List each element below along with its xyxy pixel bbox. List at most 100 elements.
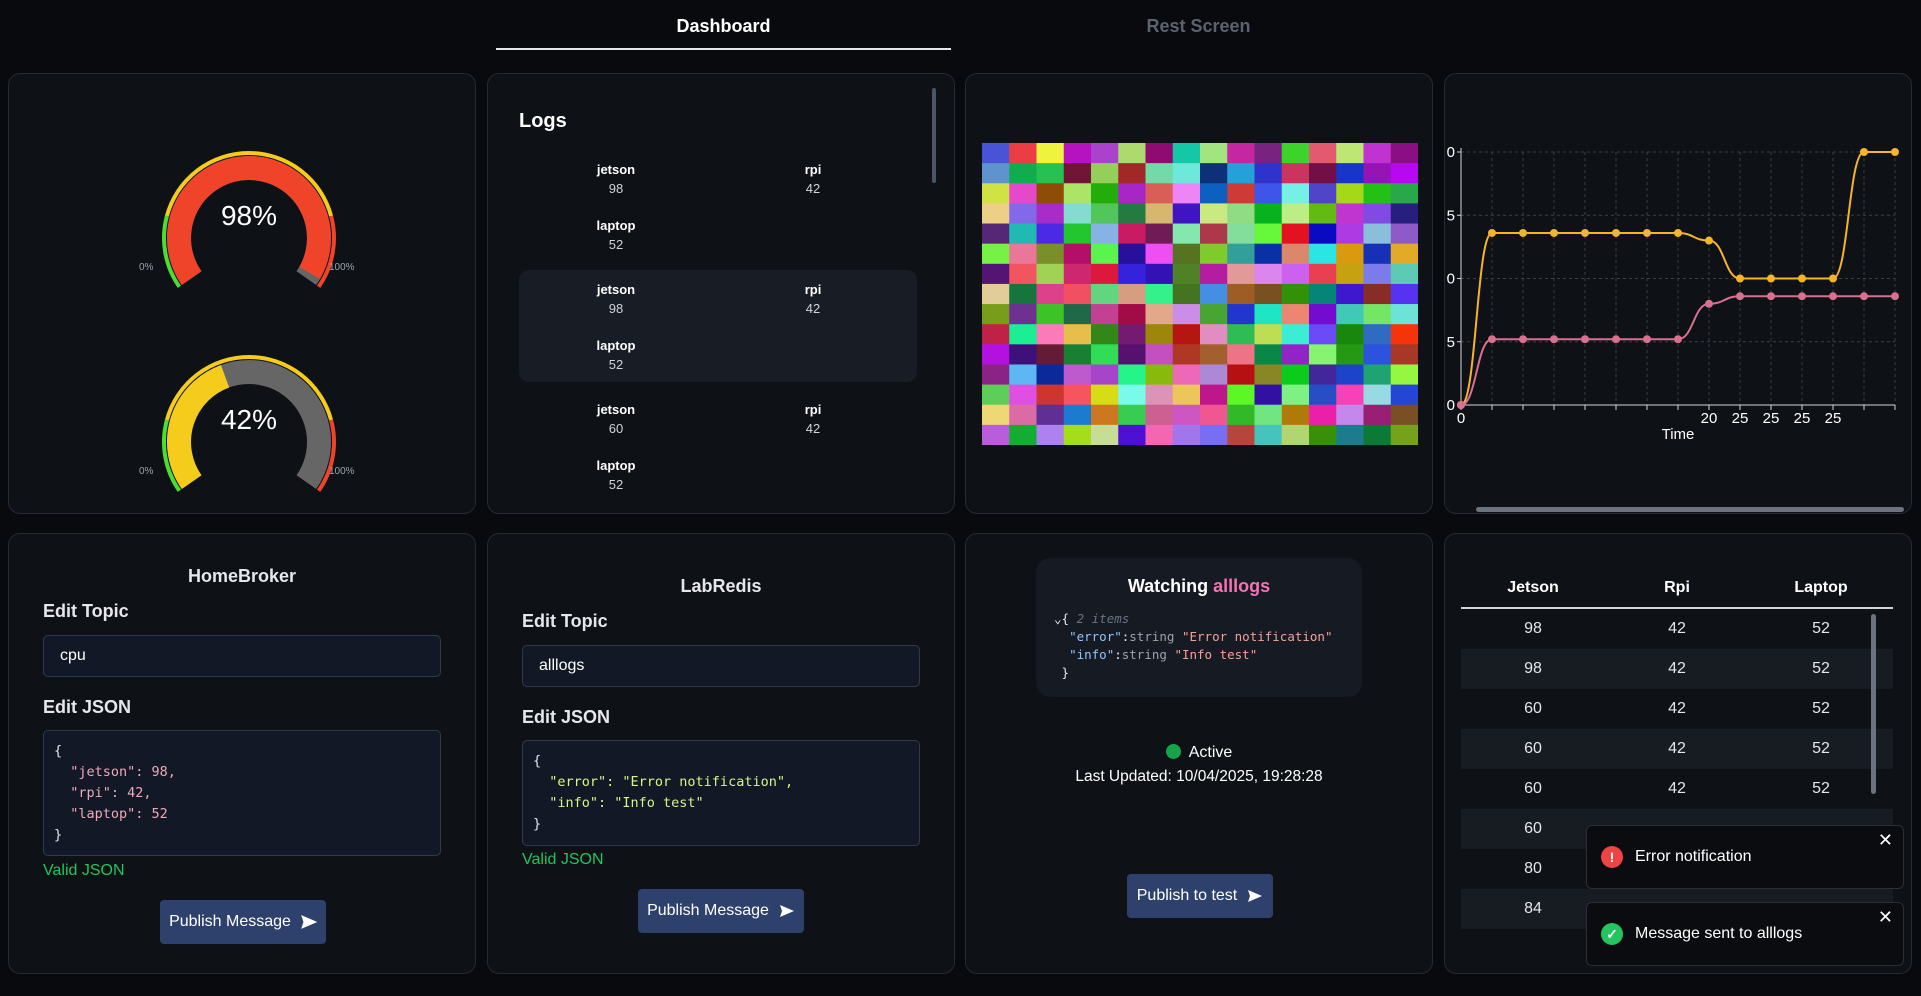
grid-cell <box>1200 223 1228 245</box>
series-point <box>1674 228 1682 237</box>
lab-redis-card: LabRedis Edit Topic Edit JSON { "error":… <box>487 533 955 974</box>
grid-cell <box>1118 163 1146 184</box>
grid-cell <box>1254 223 1283 245</box>
grid-cell <box>1118 384 1146 406</box>
tab-dashboard[interactable]: Dashboard <box>496 0 951 50</box>
gauge-min-label: 0% <box>139 262 154 273</box>
grid-cell <box>1009 263 1037 285</box>
grid-cell <box>1281 243 1310 265</box>
grid-cell <box>1363 364 1392 386</box>
x-tick-label: 25 <box>1825 410 1842 427</box>
grid-cell <box>1036 243 1065 265</box>
table-scrollbar[interactable] <box>1871 614 1876 794</box>
grid-cell <box>1172 304 1201 325</box>
logs-list[interactable]: jetson 98 rpi 42 laptop 52 jetson 98 rpi 42 l… <box>519 150 917 513</box>
chart-scrollbar[interactable] <box>1476 507 1904 512</box>
grid-cell <box>1363 203 1392 225</box>
grid-cell <box>1091 203 1119 225</box>
grid-cell <box>1200 304 1228 325</box>
grid-cell <box>1227 304 1255 325</box>
grid-cell <box>1254 283 1283 305</box>
grid-cell <box>1091 344 1119 365</box>
grid-cell <box>1036 183 1065 204</box>
publish-to-test-button[interactable]: Publish to test <box>1127 874 1273 918</box>
grid-cell <box>1281 223 1310 245</box>
edit-topic-label: Edit Topic <box>43 601 129 621</box>
grid-cell <box>1091 243 1119 265</box>
gauge-min-label: 0% <box>139 466 154 477</box>
grid-cell <box>1009 223 1037 245</box>
logs-scrollbar[interactable] <box>932 88 936 183</box>
edit-topic-label: Edit Topic <box>522 611 608 631</box>
table-cell: 60 <box>1524 700 1542 717</box>
log-laptop: laptop 52 <box>596 218 636 252</box>
grid-cell <box>1309 203 1337 225</box>
grid-cell <box>1281 163 1310 184</box>
grid-cell <box>1036 384 1065 406</box>
grid-cell <box>982 304 1010 325</box>
grid-cell <box>1363 424 1392 445</box>
grid-cell <box>1363 163 1392 184</box>
grid-cell <box>1281 364 1310 386</box>
grid-cell <box>1145 143 1174 164</box>
error-toast: ! Error notification ✕ <box>1586 825 1904 889</box>
grid-cell <box>1118 324 1146 345</box>
line-chart-card: 0 5 0 5 0 0 20 25 25 25 25 Time <box>1444 73 1912 514</box>
grid-cell <box>1336 263 1364 285</box>
grid-cell <box>1036 143 1065 164</box>
edit-json-label: Edit JSON <box>43 697 132 717</box>
grid-cell <box>1254 324 1283 345</box>
column-header[interactable]: Laptop <box>1749 574 1893 602</box>
grid-cell <box>1309 243 1337 265</box>
grid-cell <box>1145 304 1174 325</box>
y-tick-label: 0 <box>1447 397 1455 414</box>
grid-cell <box>1227 223 1255 245</box>
grid-cell <box>1063 344 1092 365</box>
grid-cell <box>1281 183 1310 204</box>
series-point <box>1550 228 1558 237</box>
grid-cell <box>1009 344 1037 365</box>
grid-cell <box>1036 404 1065 426</box>
grid-cell <box>1172 263 1201 285</box>
grid-cell <box>1390 203 1418 225</box>
column-header[interactable]: Rpi <box>1605 574 1749 602</box>
publish-message-button[interactable]: Publish Message <box>638 889 804 933</box>
topic-input[interactable] <box>522 645 920 687</box>
grid-cell <box>1118 183 1146 204</box>
grid-cell <box>1145 324 1174 345</box>
grid-cell <box>1145 223 1174 245</box>
collapse-chevron-icon[interactable]: ⌄ <box>1054 611 1062 626</box>
grid-cell <box>1009 324 1037 345</box>
grid-cell <box>1336 183 1364 204</box>
grid-cell <box>1009 143 1037 164</box>
grid-cell <box>1172 143 1201 164</box>
toast-message: Error notification <box>1635 848 1752 865</box>
table-cell: 98 <box>1524 620 1542 637</box>
grid-cell <box>1254 384 1283 406</box>
grid-cell <box>1336 424 1364 445</box>
close-icon[interactable]: ✕ <box>1878 830 1893 851</box>
grid-cell <box>1200 243 1228 265</box>
publish-message-button[interactable]: Publish Message <box>160 900 326 944</box>
error-icon: ! <box>1601 846 1623 868</box>
table-cell: 42 <box>1668 700 1686 717</box>
tab-rest-screen[interactable]: Rest Screen <box>971 0 1426 50</box>
send-icon <box>301 915 317 929</box>
logs-card: Logs jetson 98 rpi 42 laptop 52 jetson 98 rp… <box>487 73 955 514</box>
column-header[interactable]: Jetson <box>1461 574 1605 602</box>
gauges-card: 98% 0% 100% 42% 0% 100% <box>8 73 476 514</box>
json-editor[interactable]: { "jetson": 98, "rpi": 42, "laptop": 52 … <box>43 730 441 856</box>
topic-input[interactable] <box>43 635 441 677</box>
series-point <box>1767 292 1775 301</box>
grid-cell <box>1336 243 1364 265</box>
grid-cell <box>1145 424 1174 445</box>
grid-cell <box>1118 223 1146 245</box>
close-icon[interactable]: ✕ <box>1878 907 1893 928</box>
json-editor[interactable]: { "error": "Error notification", "info":… <box>522 740 920 846</box>
grid-cell <box>1091 163 1119 184</box>
send-icon <box>779 905 794 917</box>
table-cell: 60 <box>1524 740 1542 757</box>
grid-cell <box>1390 263 1418 285</box>
grid-cell <box>1363 183 1392 204</box>
line-chart: 050500 20 25 25 25 25Time <box>1447 144 1899 443</box>
